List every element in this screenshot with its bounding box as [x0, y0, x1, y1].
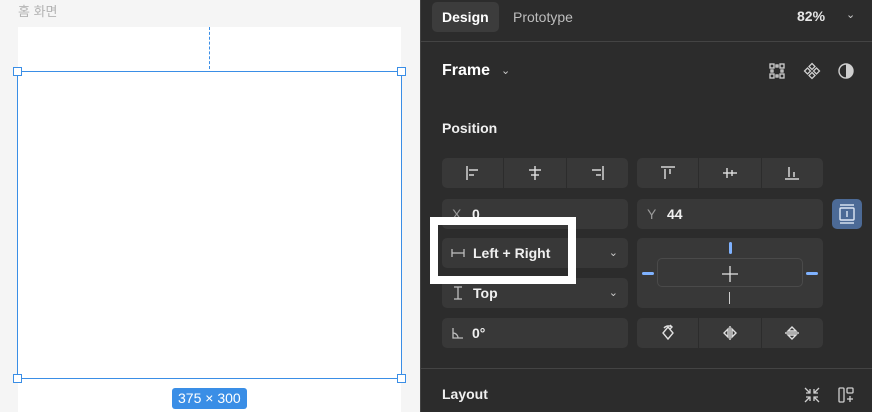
collapse-icon[interactable]	[803, 386, 821, 404]
component-icon[interactable]	[803, 62, 821, 80]
constraint-right-toggle[interactable]	[806, 272, 818, 275]
align-horizontal-center-button[interactable]	[504, 158, 567, 188]
plus-icon[interactable]	[721, 265, 739, 283]
constraint-bottom-toggle[interactable]	[729, 292, 730, 304]
layout-section-title: Layout	[442, 386, 488, 402]
layer-type-dropdown[interactable]: Frame	[442, 62, 490, 80]
rotation-value[interactable]: 0°	[472, 325, 485, 341]
chevron-down-icon[interactable]: ⌄	[501, 64, 510, 77]
y-position-field[interactable]: Y 44	[637, 199, 823, 229]
rotation-field[interactable]: 0°	[442, 318, 628, 348]
rotation-angle-icon	[452, 328, 463, 339]
y-label: Y	[647, 206, 657, 222]
grid-layout-icon[interactable]	[768, 62, 786, 80]
add-auto-layout-icon[interactable]	[837, 386, 855, 404]
flip-horizontal-icon	[722, 326, 737, 340]
resize-handle-bottom-right[interactable]	[397, 374, 406, 383]
constraint-top-toggle[interactable]	[729, 242, 732, 254]
chevron-down-icon[interactable]: ⌄	[846, 8, 855, 21]
section-divider	[421, 368, 872, 369]
distance-guide	[209, 27, 210, 69]
zoom-level[interactable]: 82%	[797, 8, 825, 24]
position-section-title: Position	[442, 120, 498, 136]
tab-design[interactable]: Design	[432, 2, 499, 32]
design-canvas[interactable]: 홈 화면 375 × 300	[0, 0, 420, 412]
flip-horizontal-button[interactable]	[699, 318, 762, 348]
contrast-icon[interactable]	[837, 62, 855, 80]
constraint-widget	[637, 238, 823, 308]
flip-vertical-button[interactable]	[762, 318, 823, 348]
constraint-left-toggle[interactable]	[642, 272, 654, 275]
transform-group	[637, 318, 823, 348]
horizontal-align-group	[442, 158, 628, 188]
align-top-button[interactable]	[637, 158, 700, 188]
resize-handle-top-left[interactable]	[13, 67, 22, 76]
align-vertical-center-icon	[722, 168, 737, 178]
highlight-annotation	[430, 217, 576, 284]
rotate-button[interactable]	[637, 318, 700, 348]
resize-handle-bottom-left[interactable]	[13, 374, 22, 383]
panel-tabs: Design Prototype 82% ⌄	[421, 0, 872, 42]
align-left-button[interactable]	[442, 158, 505, 188]
align-vertical-center-button[interactable]	[699, 158, 762, 188]
tab-prototype[interactable]: Prototype	[503, 2, 583, 32]
flip-vertical-icon	[785, 326, 800, 340]
chevron-down-icon: ⌄	[608, 247, 618, 259]
selection-outline[interactable]	[17, 71, 402, 379]
vertical-align-group	[637, 158, 823, 188]
constraints-toggle-button[interactable]	[832, 199, 862, 229]
chevron-down-icon: ⌄	[608, 287, 618, 299]
vertical-constraint-icon	[454, 286, 462, 300]
align-bottom-button[interactable]	[762, 158, 823, 188]
align-left-icon	[465, 166, 478, 180]
size-badge: 375 × 300	[172, 388, 247, 409]
resize-handle-top-right[interactable]	[397, 67, 406, 76]
frame-title[interactable]: 홈 화면	[18, 1, 58, 20]
align-top-icon	[660, 166, 675, 179]
vertical-constraint-value: Top	[473, 285, 498, 301]
align-bottom-icon	[785, 167, 800, 180]
constraints-icon	[839, 204, 855, 224]
align-right-button[interactable]	[567, 158, 628, 188]
properties-panel: Design Prototype 82% ⌄ Frame ⌄ Position	[421, 0, 872, 412]
align-right-icon	[592, 166, 605, 180]
y-value[interactable]: 44	[667, 206, 683, 222]
align-horizontal-center-icon	[528, 166, 541, 180]
rotate-icon	[661, 324, 674, 341]
